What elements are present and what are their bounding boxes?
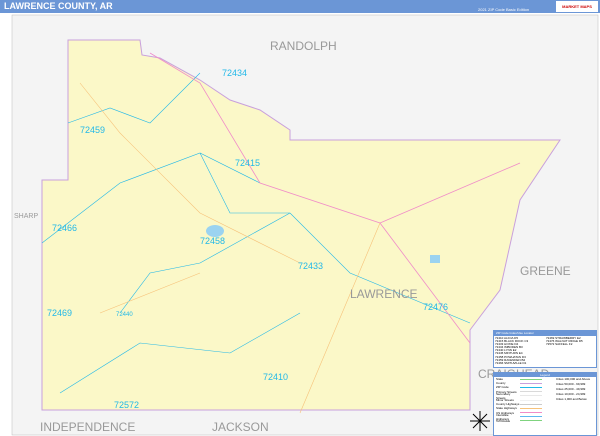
compass-rose-icon xyxy=(470,411,490,431)
county-label-sharp: SHARP xyxy=(14,213,38,220)
zip-label: 72466 xyxy=(52,223,77,233)
zip-label: 72434 xyxy=(222,68,247,78)
zip-label: 72440 xyxy=(116,312,133,318)
county-label-lawrence: LAWRENCE xyxy=(350,287,418,301)
edition-label: 2021 ZIP Code Basic Edition xyxy=(478,7,530,12)
zip-table-row: 72572 SAFFELL F2 xyxy=(546,343,573,347)
county-label-randolph: RANDOLPH xyxy=(270,39,337,53)
zip-index-table: ZIP Code Index/Use Locator 72410 ALICIA … xyxy=(493,330,597,368)
header-bar: LAWRENCE COUNTY, AR 2021 ZIP Code Basic … xyxy=(0,0,600,13)
zip-label: 72572 xyxy=(114,400,139,410)
map-title: LAWRENCE COUNTY, AR xyxy=(4,1,113,11)
map-legend: Legend State County ZIP Code Primary Street… xyxy=(493,372,597,436)
brand-logo: MARKET MAPS xyxy=(556,1,598,12)
zip-label: 72459 xyxy=(80,125,105,135)
zip-label: 72476 xyxy=(423,302,448,312)
zip-label: 72458 xyxy=(200,236,225,246)
zip-label: 72415 xyxy=(235,158,260,168)
legend-item: Toll Roads xyxy=(494,419,556,423)
zip-table-row: 72466 SMITHVILLE D1 xyxy=(495,361,527,365)
zip-label: 72469 xyxy=(47,308,72,318)
zip-label: 72433 xyxy=(298,261,323,271)
county-label-jackson: JACKSON xyxy=(212,420,269,434)
legend-city-size: Cities 1,000 and Below xyxy=(556,397,587,401)
zip-label: 72410 xyxy=(263,372,288,382)
county-label-independence: INDEPENDENCE xyxy=(40,420,135,434)
county-label-greene: GREENE xyxy=(520,264,571,278)
